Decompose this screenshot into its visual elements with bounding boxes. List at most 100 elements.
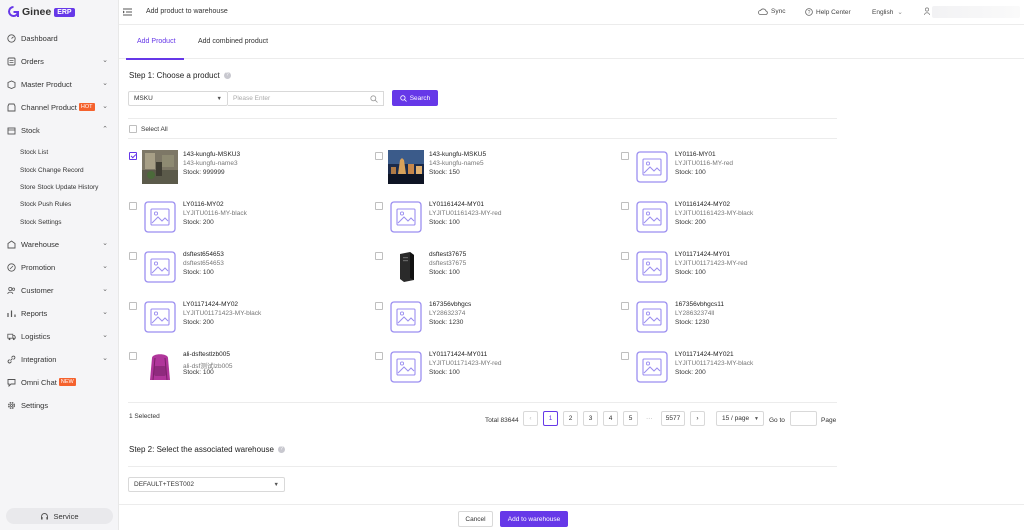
search-type-select[interactable]: MSKU ▼ (128, 91, 228, 106)
sidebar-subitem-stock-push-rules[interactable]: Stock Push Rules (0, 197, 118, 212)
chevron-down-icon: ⌄ (897, 9, 903, 16)
menu-toggle-icon[interactable] (123, 8, 132, 16)
product-card[interactable]: LY01161424-MY01 LYJITU01161423-MY-red Stoc… (375, 200, 615, 240)
help-icon[interactable]: ? (223, 72, 231, 79)
sync-button[interactable]: Sync (758, 8, 785, 15)
product-stock: Stock: 100 (429, 369, 460, 376)
sidebar-item-reports[interactable]: Reports ⌄ (0, 305, 118, 321)
sidebar-subitem-store-stock-update-history[interactable]: Store Stock Update History (0, 180, 118, 195)
cancel-button[interactable]: Cancel (458, 511, 493, 527)
sidebar-item-channel-product[interactable]: Channel Product HOT ⌄ (0, 99, 118, 115)
select-all-checkbox[interactable] (129, 125, 137, 133)
product-card[interactable]: LY0116-MY01 LYJITU0116-MY-red Stock: 100 (621, 150, 861, 190)
product-card[interactable]: LY0116-MY02 LYJITU0116-MY-black Stock: 200 (129, 200, 369, 240)
product-card[interactable]: LY01171424-MY021 LYJITU01171423-MY-black S… (621, 350, 861, 390)
sidebar-item-master-product[interactable]: Master Product ⌄ (0, 76, 118, 92)
product-checkbox[interactable] (375, 252, 383, 260)
product-card[interactable]: ali-dsftestlzb005 ali-dsf测试lzb005 Stock: 1… (129, 350, 369, 390)
link-icon (7, 355, 16, 364)
product-card[interactable]: 167356vbhgcs LY28632374 Stock: 1230 (375, 300, 615, 340)
product-checkbox[interactable] (375, 202, 383, 210)
help-center-link[interactable]: ? Help Center (805, 8, 851, 16)
page-button[interactable]: 1 (543, 411, 558, 426)
product-checkbox[interactable] (621, 202, 629, 210)
product-card[interactable]: dsftest654653 dsftest654653 Stock: 100 (129, 250, 369, 290)
sidebar-subitem-stock-settings[interactable]: Stock Settings (0, 215, 118, 230)
search-icon (399, 94, 407, 102)
page-button[interactable]: 3 (583, 411, 598, 426)
last-page-button[interactable]: 5577 (661, 411, 685, 426)
tab-add-combined-product[interactable]: Add combined product (198, 38, 268, 45)
product-checkbox[interactable] (129, 152, 137, 160)
pagination-ellipsis[interactable]: ··· (646, 415, 653, 422)
product-stock: Stock: 100 (183, 369, 214, 376)
product-card[interactable]: LY01171424-MY011 LYJITU01171423-MY-red Sto… (375, 350, 615, 390)
brand-logo[interactable]: Ginee ERP (8, 5, 75, 19)
search-input[interactable]: Please Enter (228, 91, 384, 106)
search-button[interactable]: Search (392, 90, 438, 106)
product-checkbox[interactable] (621, 352, 629, 360)
product-checkbox[interactable] (375, 152, 383, 160)
product-card[interactable]: 167356vbhgcs11 LY28632374ll Stock: 1230 (621, 300, 861, 340)
page-button[interactable]: 5 (623, 411, 638, 426)
product-card[interactable]: LY01171424-MY02 LYJITU01171423-MY-black St… (129, 300, 369, 340)
image-placeholder-icon (142, 300, 178, 334)
sidebar-item-label: Omni Chat (21, 377, 57, 387)
product-card[interactable]: LY01171424-MY01 LYJITU01171423-MY-red Stoc… (621, 250, 861, 290)
add-to-warehouse-button[interactable]: Add to warehouse (500, 511, 568, 527)
page-size-select[interactable]: 15 / page ▼ (716, 411, 764, 426)
service-button[interactable]: Service (6, 508, 113, 524)
warehouse-select[interactable]: DEFAULT+TEST002 ▼ (128, 477, 285, 492)
language-select[interactable]: English ⌄ (872, 8, 903, 17)
sidebar-item-warehouse[interactable]: Warehouse ⌄ (0, 236, 118, 252)
product-checkbox[interactable] (129, 202, 137, 210)
sidebar-subitem-stock-change-record[interactable]: Stock Change Record (0, 163, 118, 178)
sidebar-item-omni-chat[interactable]: Omni Chat NEW (0, 374, 118, 390)
prev-page-button[interactable]: ‹ (523, 411, 538, 426)
product-name: LYJITU01171423-MY-black (183, 310, 262, 317)
sidebar-item-dashboard[interactable]: Dashboard (0, 30, 118, 46)
tab-add-product[interactable]: Add Product (137, 38, 176, 45)
product-stock: Stock: 100 (429, 219, 460, 226)
product-checkbox[interactable] (129, 302, 137, 310)
product-checkbox[interactable] (129, 352, 137, 360)
sidebar-subitem-stock-list[interactable]: Stock List (0, 145, 118, 160)
product-msku: dsftest654653 (183, 251, 224, 258)
image-placeholder-icon (634, 350, 670, 384)
sidebar-item-orders[interactable]: Orders ⌄ (0, 53, 118, 69)
product-checkbox[interactable] (621, 302, 629, 310)
active-tab-indicator (126, 58, 184, 60)
sidebar-item-customer[interactable]: Customer ⌄ (0, 282, 118, 298)
ginee-logo-icon (8, 5, 19, 19)
product-card[interactable]: LY01161424-MY02 LYJITU01161423-MY-black St… (621, 200, 861, 240)
product-checkbox[interactable] (621, 252, 629, 260)
dashboard-icon (7, 33, 16, 43)
sidebar-item-promotion[interactable]: Promotion ⌄ (0, 259, 118, 275)
brand-name: Ginee (22, 6, 52, 18)
sidebar-item-label: Settings (21, 400, 49, 410)
product-checkbox[interactable] (621, 152, 629, 160)
sidebar-item-integration[interactable]: Integration ⌄ (0, 351, 118, 367)
sidebar-item-settings[interactable]: Settings (0, 397, 118, 413)
user-account-name[interactable] (932, 6, 1020, 18)
page-button[interactable]: 2 (563, 411, 578, 426)
question-icon: ? (805, 8, 813, 16)
user-icon[interactable] (924, 7, 930, 16)
product-checkbox[interactable] (375, 302, 383, 310)
sidebar-item-stock[interactable]: Stock ⌃ (0, 122, 118, 138)
truck-icon (7, 332, 16, 341)
pagination-total: Total 83644 (485, 417, 519, 424)
goto-page-input[interactable] (790, 411, 817, 426)
help-icon[interactable]: ? (277, 446, 285, 453)
product-card[interactable]: 143-kungfu-MSKU3 143-kungfu-name3 Stock: 9… (129, 150, 369, 190)
next-page-button[interactable]: › (690, 411, 705, 426)
product-checkbox[interactable] (375, 352, 383, 360)
product-checkbox[interactable] (129, 252, 137, 260)
store-icon (7, 103, 16, 112)
product-card[interactable]: 143-kungfu-MSKU5 143-kungfu-name5 Stock: 1… (375, 150, 615, 190)
page-button[interactable]: 4 (603, 411, 618, 426)
step1-title-text: Step 1: Choose a product (129, 71, 220, 80)
sidebar-item-logistics[interactable]: Logistics ⌄ (0, 328, 118, 344)
sidebar-item-label: Stock (21, 125, 40, 135)
product-card[interactable]: dsftest37675 dsftest37675 Stock: 100 (375, 250, 615, 290)
